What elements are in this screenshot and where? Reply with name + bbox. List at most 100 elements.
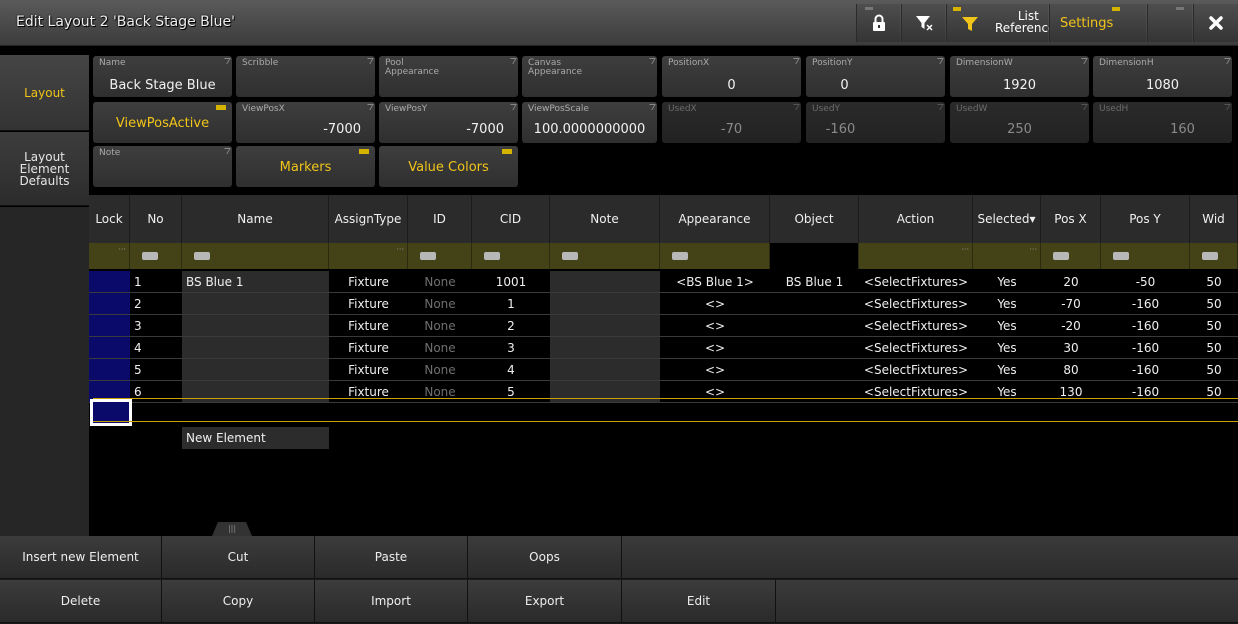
table-cell-action[interactable]: <SelectFixtures> (859, 271, 973, 293)
column-header-1[interactable]: No (130, 195, 182, 243)
pool-appearance-field[interactable]: Pool Appearance (379, 56, 518, 97)
settings-button[interactable]: Settings (1049, 4, 1180, 42)
table-cell-id[interactable]: None (408, 293, 472, 315)
table-cell-action[interactable]: <SelectFixtures> (859, 337, 973, 359)
edit-button[interactable]: Edit (622, 580, 776, 623)
column-header-10[interactable]: Selected▾ (973, 195, 1041, 243)
filter-clear-button[interactable] (901, 4, 945, 42)
filter-cell[interactable] (408, 243, 472, 269)
table-cell-name[interactable]: BS Blue 1 (182, 271, 329, 293)
name-field[interactable]: Name Back Stage Blue (93, 56, 232, 97)
filter-cell[interactable]: ··· (89, 243, 130, 269)
filter-cell[interactable]: ··· (973, 243, 1041, 269)
viewpos-scale-field[interactable]: ViewPosScale 100.0000000000 (522, 102, 657, 143)
table-cell-no[interactable]: 6 (130, 381, 182, 403)
canvas-appearance-field[interactable]: Canvas Appearance (522, 56, 657, 97)
table-cell-posy[interactable]: -160 (1101, 315, 1190, 337)
table-cell-no[interactable]: 4 (130, 337, 182, 359)
table-cell-action[interactable]: <SelectFixtures> (859, 315, 973, 337)
table-cell-note[interactable] (550, 293, 660, 315)
table-cell-selected[interactable]: Yes (973, 337, 1041, 359)
table-cell-object[interactable] (770, 337, 859, 359)
table-cell-no[interactable]: 2 (130, 293, 182, 315)
table-cell-wid[interactable]: 50 (1190, 381, 1238, 403)
table-cell-wid[interactable]: 50 (1190, 315, 1238, 337)
table-cell-cid[interactable]: 4 (472, 359, 550, 381)
table-cell-wid[interactable]: 50 (1190, 271, 1238, 293)
table-cell-object[interactable] (770, 359, 859, 381)
paste-button[interactable]: Paste (315, 536, 468, 579)
table-cell-posy[interactable]: -160 (1101, 337, 1190, 359)
copy-button[interactable]: Copy (162, 580, 315, 623)
viewpos-y-field[interactable]: ViewPosY -7000 (379, 102, 518, 143)
table-cell-note[interactable] (550, 381, 660, 403)
table-cell-note[interactable] (550, 337, 660, 359)
table-cell-appearance[interactable]: <> (660, 337, 770, 359)
lock-cell[interactable] (89, 271, 130, 293)
filter-cell[interactable] (182, 243, 329, 269)
table-cell-cid[interactable]: 3 (472, 337, 550, 359)
table-cell-selected[interactable]: Yes (973, 315, 1041, 337)
insert-new-element-button[interactable]: Insert new Element (0, 536, 162, 579)
table-cell-wid[interactable]: 50 (1190, 359, 1238, 381)
column-header-12[interactable]: Pos Y (1101, 195, 1190, 243)
column-header-6[interactable]: Note (550, 195, 660, 243)
table-cell-assign[interactable]: Fixture (329, 293, 408, 315)
import-button[interactable]: Import (315, 580, 468, 623)
new-element-row[interactable]: New Element (182, 427, 329, 449)
column-header-3[interactable]: AssignType (329, 195, 408, 243)
table-cell-note[interactable] (550, 359, 660, 381)
table-cell-assign[interactable]: Fixture (329, 381, 408, 403)
column-header-0[interactable]: Lock (89, 195, 130, 243)
table-cell-posx[interactable]: -70 (1041, 293, 1101, 315)
table-cell-wid[interactable]: 50 (1190, 337, 1238, 359)
table-cell-id[interactable]: None (408, 337, 472, 359)
table-cell-action[interactable]: <SelectFixtures> (859, 381, 973, 403)
table-cell-no[interactable]: 1 (130, 271, 182, 293)
table-cell-selected[interactable]: Yes (973, 381, 1041, 403)
filter-cell[interactable] (130, 243, 182, 269)
cut-button[interactable]: Cut (162, 536, 315, 579)
table-cell-cid[interactable]: 2 (472, 315, 550, 337)
tab-layout[interactable]: Layout (0, 55, 89, 131)
table-cell-wid[interactable]: 50 (1190, 293, 1238, 315)
table-cell-assign[interactable]: Fixture (329, 337, 408, 359)
table-cell-appearance[interactable]: <> (660, 381, 770, 403)
table-cell-posy[interactable]: -160 (1101, 359, 1190, 381)
table-cell-selected[interactable]: Yes (973, 293, 1041, 315)
table-cell-object[interactable] (770, 381, 859, 403)
filter-cell[interactable] (1041, 243, 1101, 269)
oops-button[interactable]: Oops (468, 536, 622, 579)
table-cell-name[interactable] (182, 315, 329, 337)
column-header-9[interactable]: Action (859, 195, 973, 243)
table-cell-appearance[interactable]: <> (660, 359, 770, 381)
lock-cell[interactable] (89, 359, 130, 381)
filter-cell[interactable]: ··· (859, 243, 973, 269)
table-cell-posx[interactable]: -20 (1041, 315, 1101, 337)
table-cell-posy[interactable]: -160 (1101, 381, 1190, 403)
table-cell-posy[interactable]: -50 (1101, 271, 1190, 293)
table-cell-name[interactable] (182, 293, 329, 315)
table-cell-note[interactable] (550, 315, 660, 337)
table-cell-assign[interactable]: Fixture (329, 315, 408, 337)
column-header-13[interactable]: Wid (1190, 195, 1238, 243)
table-cell-id[interactable]: None (408, 271, 472, 293)
column-header-7[interactable]: Appearance (660, 195, 770, 243)
table-cell-object[interactable] (770, 315, 859, 337)
table-cell-posx[interactable]: 80 (1041, 359, 1101, 381)
table-cell-appearance[interactable]: <BS Blue 1> (660, 271, 770, 293)
table-cell-id[interactable]: None (408, 359, 472, 381)
lock-button[interactable] (856, 4, 900, 42)
position-y-field[interactable]: PositionY 0 (806, 56, 945, 97)
tab-layout-element-defaults[interactable]: Layout Element Defaults (0, 132, 89, 206)
table-cell-posx[interactable]: 20 (1041, 271, 1101, 293)
filter-cell[interactable] (660, 243, 770, 269)
column-header-8[interactable]: Object (770, 195, 859, 243)
table-cell-name[interactable] (182, 381, 329, 403)
table-cell-id[interactable]: None (408, 381, 472, 403)
table-cell-action[interactable]: <SelectFixtures> (859, 359, 973, 381)
table-cell-name[interactable] (182, 337, 329, 359)
export-button[interactable]: Export (468, 580, 622, 623)
table-cell-no[interactable]: 5 (130, 359, 182, 381)
table-cell-appearance[interactable]: <> (660, 293, 770, 315)
